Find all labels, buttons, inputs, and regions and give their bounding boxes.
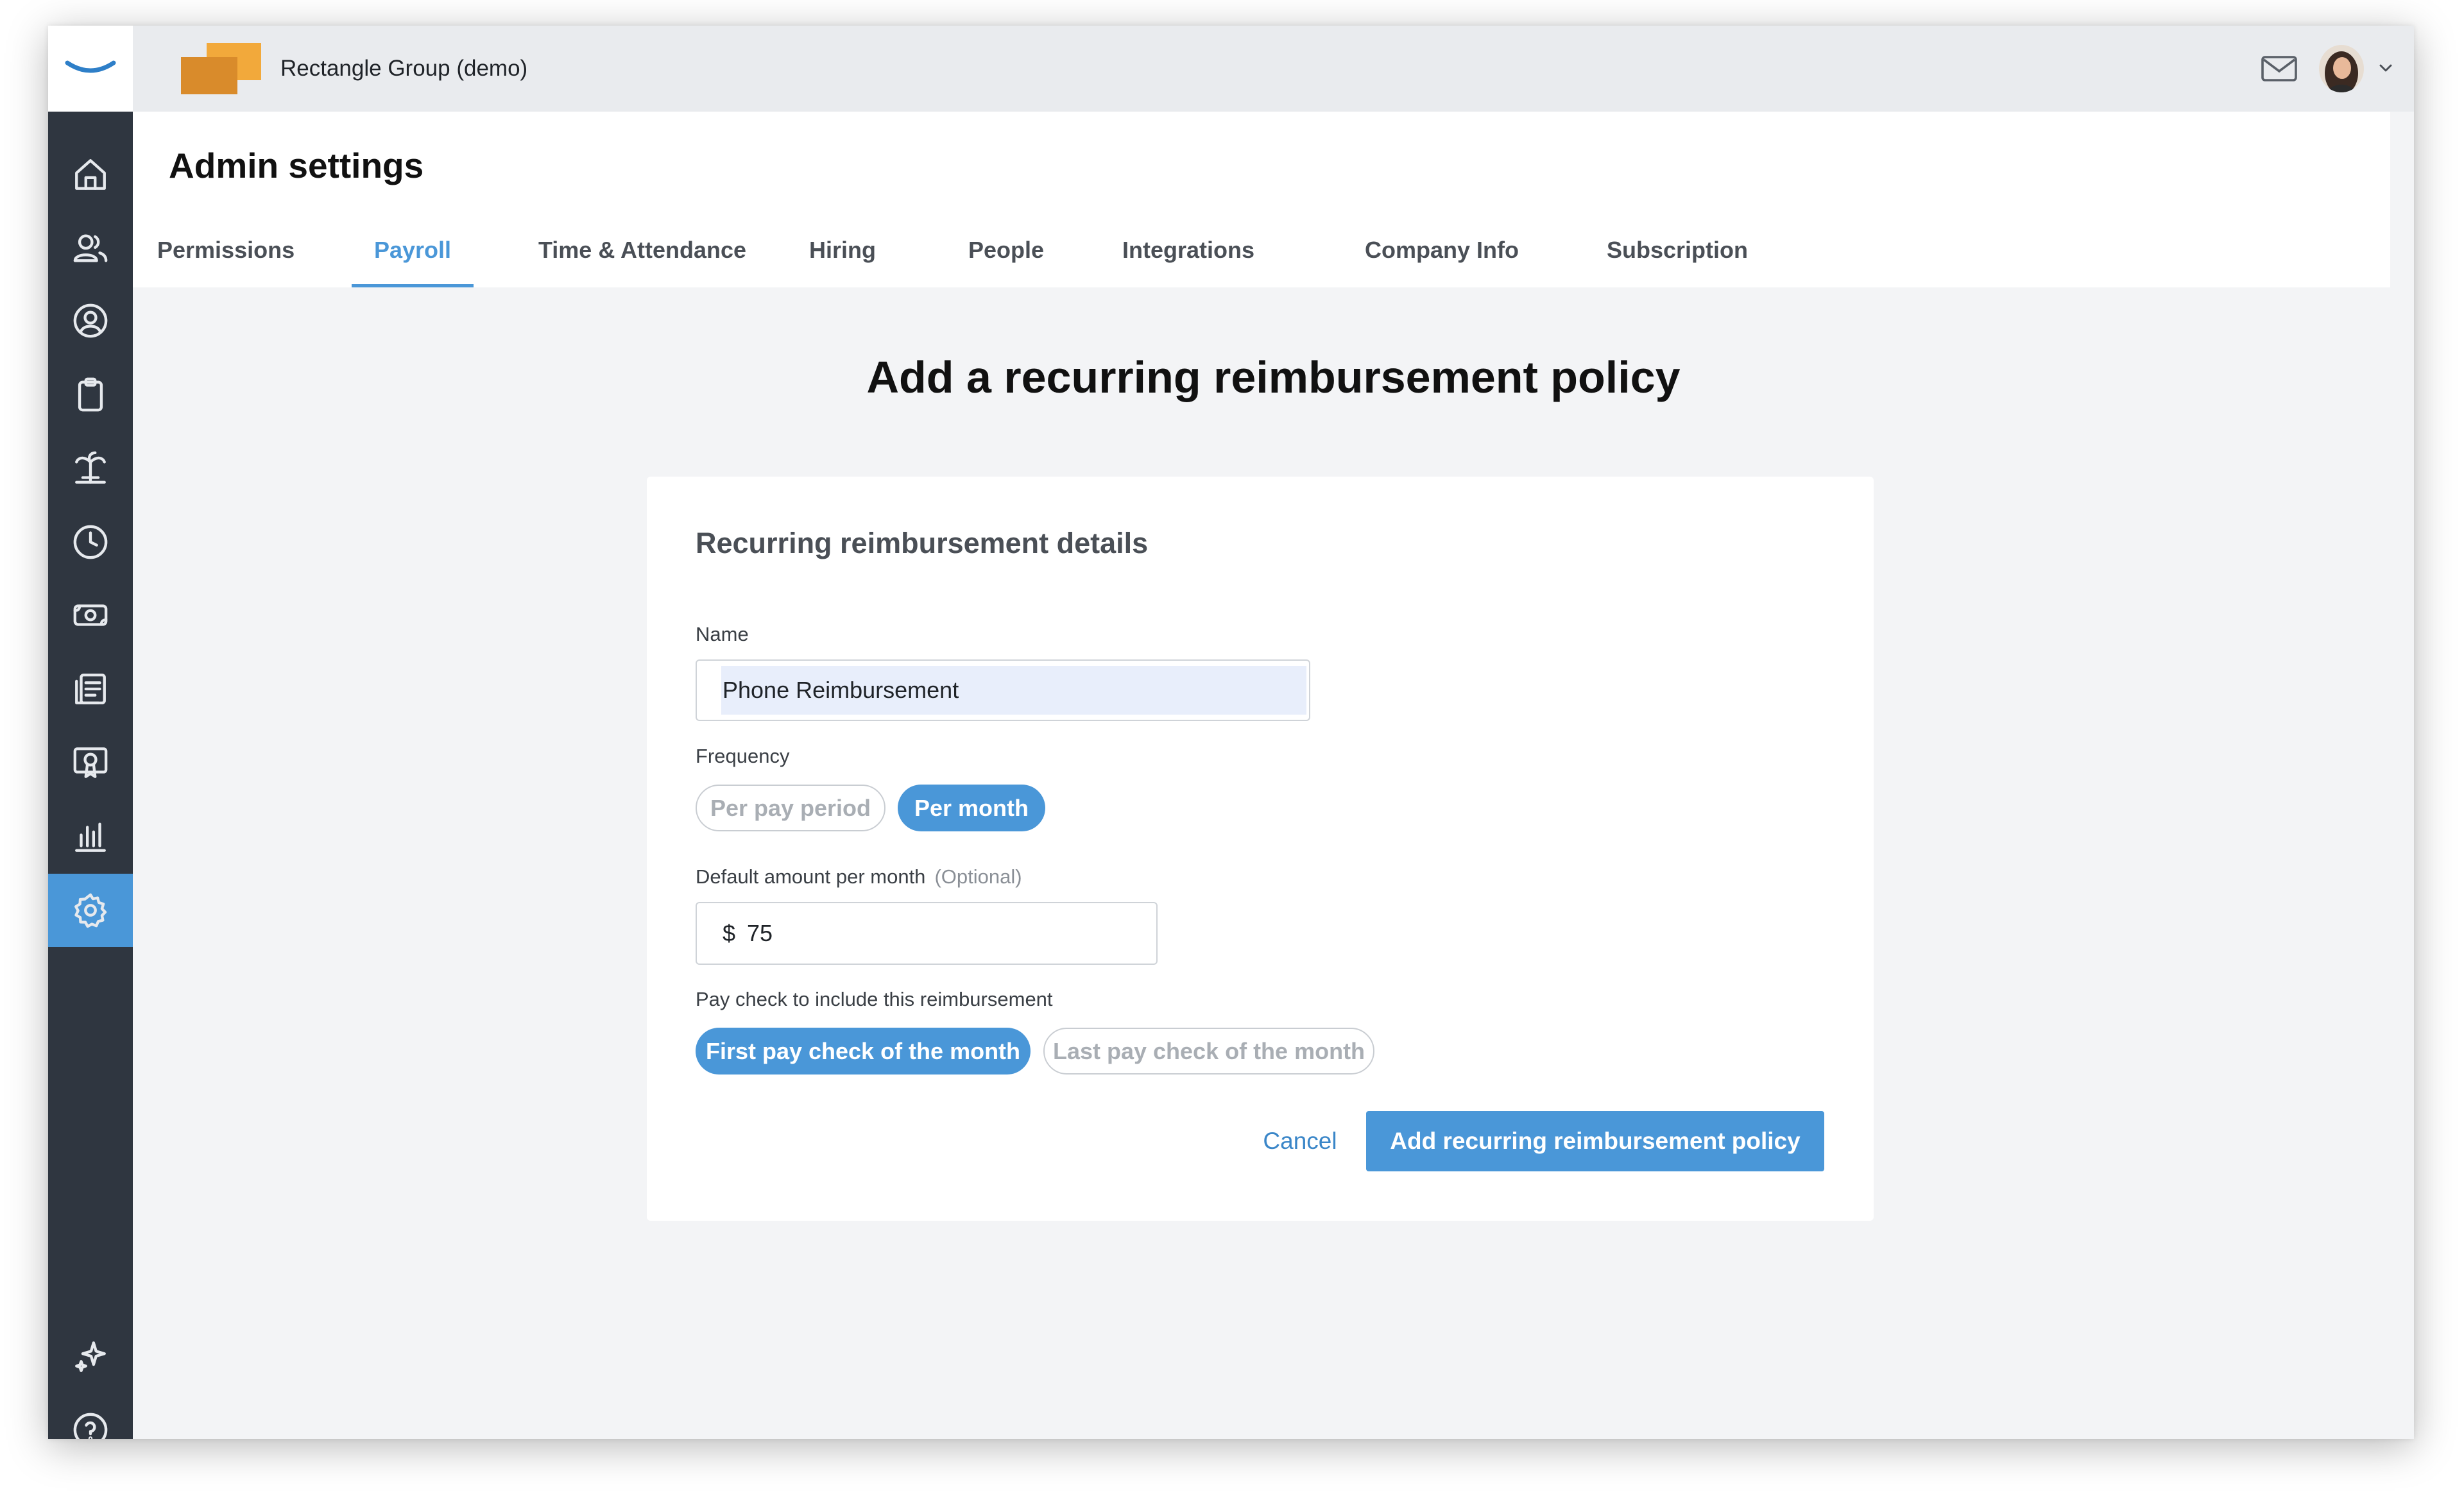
frequency-label: Frequency	[696, 745, 790, 767]
name-field-value: Phone Reimbursement	[723, 677, 959, 703]
last-paycheck-option[interactable]: Last pay check of the month	[1043, 1028, 1374, 1075]
form-title: Add a recurring reimbursement policy	[866, 352, 1681, 402]
reimbursement-form-card: Recurring reimbursement details Name Pho…	[647, 477, 1874, 1221]
paycheck-label: Pay check to include this reimbursement	[696, 988, 1053, 1010]
documents-icon[interactable]	[48, 652, 133, 726]
amount-label-text: Default amount per month	[696, 865, 926, 888]
tab-subscription[interactable]: Subscription	[1597, 234, 1758, 287]
tab-integrations[interactable]: Integrations	[1118, 234, 1259, 287]
certificate-icon[interactable]	[48, 726, 133, 799]
sparkle-icon[interactable]	[48, 1320, 133, 1393]
per-month-option[interactable]: Per month	[898, 785, 1045, 831]
profile-icon[interactable]	[48, 284, 133, 357]
tab-people[interactable]: People	[961, 234, 1051, 287]
amount-label: Default amount per month (Optional)	[696, 865, 1022, 888]
app-logo[interactable]	[48, 26, 133, 112]
first-paycheck-option[interactable]: First pay check of the month	[696, 1028, 1031, 1075]
card-title: Recurring reimbursement details	[696, 527, 1149, 559]
settings-header: Admin settings Permissions Payroll Time …	[133, 112, 2390, 287]
tab-payroll[interactable]: Payroll	[352, 234, 474, 287]
help-icon[interactable]	[48, 1393, 133, 1439]
clock-icon[interactable]	[48, 505, 133, 579]
cancel-button[interactable]: Cancel	[1258, 1111, 1342, 1171]
currency-symbol: $	[723, 920, 736, 946]
app-window: Rectangle Group (demo) Admin settings Pe…	[48, 26, 2414, 1439]
name-label: Name	[696, 623, 749, 645]
chevron-down-icon[interactable]	[2375, 58, 2396, 78]
optional-hint: (Optional)	[934, 865, 1022, 888]
vacation-icon[interactable]	[48, 432, 133, 505]
settings-icon[interactable]	[48, 874, 133, 947]
home-icon[interactable]	[48, 138, 133, 211]
add-policy-button[interactable]: Add recurring reimbursement policy	[1366, 1111, 1824, 1171]
company-logo	[181, 43, 261, 94]
clipboard-icon[interactable]	[48, 358, 133, 431]
tab-time-attendance[interactable]: Time & Attendance	[536, 234, 748, 287]
tab-hiring[interactable]: Hiring	[798, 234, 887, 287]
sidebar	[48, 26, 133, 1439]
page-title: Admin settings	[169, 146, 424, 185]
name-field[interactable]: Phone Reimbursement	[696, 659, 1310, 721]
amount-field[interactable]: $ 75	[696, 902, 1158, 965]
top-bar: Rectangle Group (demo)	[133, 26, 2414, 112]
mail-icon[interactable]	[2260, 53, 2298, 85]
money-icon[interactable]	[48, 579, 133, 652]
company-switcher[interactable]: Rectangle Group (demo)	[280, 26, 527, 112]
avatar[interactable]	[2319, 45, 2364, 92]
smile-logo-icon	[65, 60, 116, 73]
per-pay-period-option[interactable]: Per pay period	[696, 785, 886, 831]
people-icon[interactable]	[48, 212, 133, 285]
reports-icon[interactable]	[48, 800, 133, 873]
tab-company-info[interactable]: Company Info	[1362, 234, 1522, 287]
amount-field-value: 75	[747, 920, 773, 946]
tab-permissions[interactable]: Permissions	[157, 234, 295, 287]
